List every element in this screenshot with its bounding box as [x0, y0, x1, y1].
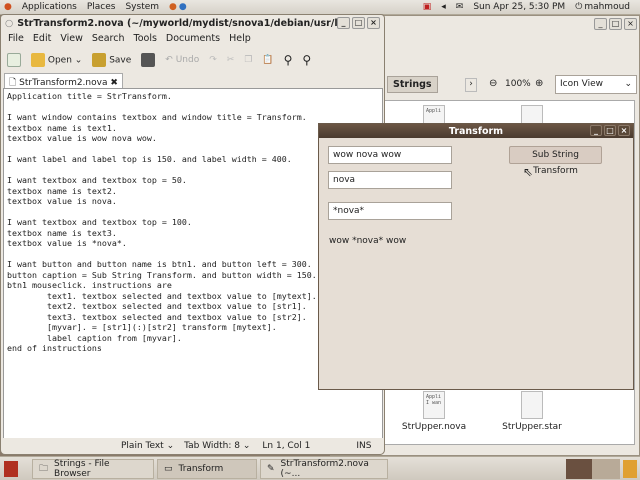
tab-width-value: Tab Width: 8 [184, 441, 240, 451]
close-button[interactable]: × [618, 125, 630, 136]
taskbar-item-file-browser[interactable]: 🗀 Strings - File Browser [32, 458, 154, 479]
trash-icon[interactable] [623, 459, 637, 478]
maximize-button[interactable]: □ [604, 125, 616, 136]
view-select[interactable]: Icon View ⌄ [555, 75, 637, 94]
document-icon: 🗋 [9, 78, 17, 88]
file-name: StrUpper.star [502, 422, 562, 432]
syntax-select[interactable]: Plain Text ⌄ [121, 441, 174, 451]
user-menu[interactable]: mahmoud [584, 2, 630, 12]
text-editor-icon: ✎ [267, 463, 275, 474]
file-name: StrUpper.nova [401, 422, 467, 432]
menu-places[interactable]: Places [87, 2, 116, 12]
location-button-strings[interactable]: Strings [387, 76, 438, 93]
search-replace-icon[interactable]: ⚲ [302, 53, 311, 67]
top-panel: ● Applications Places System ● ● ▣ ◂ ✉ S… [0, 0, 640, 15]
zoom-in-icon[interactable]: ⊕ [535, 78, 543, 89]
menu-search[interactable]: Search [92, 33, 125, 45]
cursor-position: Ln 1, Col 1 [262, 441, 311, 451]
open-label: Open [47, 55, 72, 66]
save-icon [92, 53, 107, 67]
minimize-button[interactable]: _ [337, 17, 350, 29]
paste-icon[interactable]: 📋 [262, 55, 273, 65]
cut-icon[interactable]: ✂ [227, 55, 235, 65]
text3-input[interactable]: *nova* [328, 202, 452, 220]
document-file-icon [521, 391, 543, 419]
mouse-cursor-icon: ⇖ [523, 165, 534, 179]
bottom-panel: 🗀 Strings - File Browser ▭ Transform ✎ StrT… [0, 456, 640, 480]
minimize-button[interactable]: _ [594, 18, 607, 30]
taskbar-item-transform[interactable]: ▭ Transform [157, 458, 257, 479]
taskbar-item-editor[interactable]: ✎ StrTransform2.nova (~... [260, 458, 388, 479]
status-bar: Plain Text ⌄ Tab Width: 8 ⌄ Ln 1, Col 1 … [0, 438, 385, 455]
window-title: Transform [448, 125, 504, 137]
menu-edit[interactable]: Edit [33, 33, 51, 45]
tab-label: StrTransform2.nova [19, 78, 108, 88]
text-file-icon: Appli I wan [423, 391, 445, 419]
clock[interactable]: Sun Apr 25, 5:30 PM [473, 2, 565, 12]
text1-input[interactable]: wow nova wow [328, 146, 452, 164]
undo-label: Undo [175, 55, 200, 65]
mail-icon[interactable]: ✉ [456, 2, 464, 12]
menu-applications[interactable]: Applications [22, 2, 77, 12]
save-label: Save [109, 55, 132, 66]
close-button[interactable]: × [624, 18, 637, 30]
window-title: StrTransform2.nova (~/myworld/mydist/sno… [17, 17, 337, 29]
power-icon[interactable]: ⏻ [575, 2, 582, 12]
zoom-out-icon[interactable]: ⊖ [489, 78, 497, 89]
new-document-icon[interactable] [7, 53, 21, 67]
folder-icon [31, 53, 45, 67]
ubuntu-logo-icon: ● [4, 2, 12, 12]
window-icon: ▭ [164, 463, 173, 474]
search-icon[interactable]: ⚲ [284, 53, 293, 67]
copy-icon[interactable]: ❐ [244, 55, 252, 65]
view-select-value: Icon View [560, 79, 604, 89]
volume-icon[interactable]: ◂ [441, 2, 446, 12]
task-label: Transform [178, 463, 224, 474]
transform-titlebar[interactable]: Transform _ □ × [319, 124, 633, 138]
workspace-2[interactable] [592, 458, 620, 479]
print-icon[interactable] [141, 53, 156, 67]
redo-icon[interactable]: ↷ [209, 55, 217, 65]
file-item-strupper-star[interactable]: StrUpper.star [492, 391, 572, 432]
insert-mode: INS [356, 441, 372, 451]
workspace-switcher[interactable] [566, 458, 592, 479]
menu-tools[interactable]: Tools [134, 33, 157, 45]
close-tab-icon[interactable]: ✖ [110, 78, 118, 88]
window-menu-icon[interactable]: ○ [5, 18, 13, 29]
zoom-level: 100% [505, 79, 531, 89]
toolbar: Open ⌄ Save ↶ Undo ↷ ✂ ❐ 📋 ⚲ ⚲ [1, 47, 384, 73]
window-controls: _ □ × [594, 18, 637, 30]
help-icon[interactable]: ● [179, 2, 187, 12]
open-button[interactable]: Open ⌄ [31, 53, 82, 67]
close-button[interactable]: × [367, 17, 380, 29]
chevron-down-icon: ⌄ [624, 79, 632, 89]
path-forward-button[interactable]: › [465, 78, 477, 92]
menu-documents[interactable]: Documents [166, 33, 220, 45]
undo-button[interactable]: ↶ Undo [165, 55, 199, 65]
show-desktop-icon[interactable] [4, 460, 18, 477]
editor-titlebar[interactable]: ○ StrTransform2.nova (~/myworld/mydist/s… [1, 15, 384, 31]
save-button[interactable]: Save [92, 53, 131, 67]
file-item-strupper-nova[interactable]: Appli I wan StrUpper.nova [394, 391, 474, 432]
maximize-button[interactable]: □ [352, 17, 365, 29]
transform-window: Transform _ □ × wow nova wow nova *nova* S… [318, 123, 634, 390]
menu-help[interactable]: Help [229, 33, 251, 45]
update-notifier-icon[interactable]: ▣ [423, 2, 432, 12]
menu-file[interactable]: File [8, 33, 24, 45]
text2-input[interactable]: nova [328, 171, 452, 189]
firefox-icon[interactable]: ● [169, 2, 177, 12]
menu-view[interactable]: View [60, 33, 83, 45]
folder-icon: 🗀 [39, 463, 49, 474]
result-label: wow *nova* wow [329, 236, 407, 246]
minimize-button[interactable]: _ [590, 125, 602, 136]
sub-string-transform-button[interactable]: Sub String Transform [509, 146, 602, 176]
task-label: StrTransform2.nova (~... [280, 458, 369, 479]
menu-bar: File Edit View Search Tools Documents He… [1, 31, 384, 47]
task-label: Strings - File Browser [54, 458, 110, 479]
maximize-button[interactable]: □ [609, 18, 622, 30]
menu-system[interactable]: System [125, 2, 159, 12]
syntax-value: Plain Text [121, 441, 164, 451]
tab-width-select[interactable]: Tab Width: 8 ⌄ [184, 441, 250, 451]
